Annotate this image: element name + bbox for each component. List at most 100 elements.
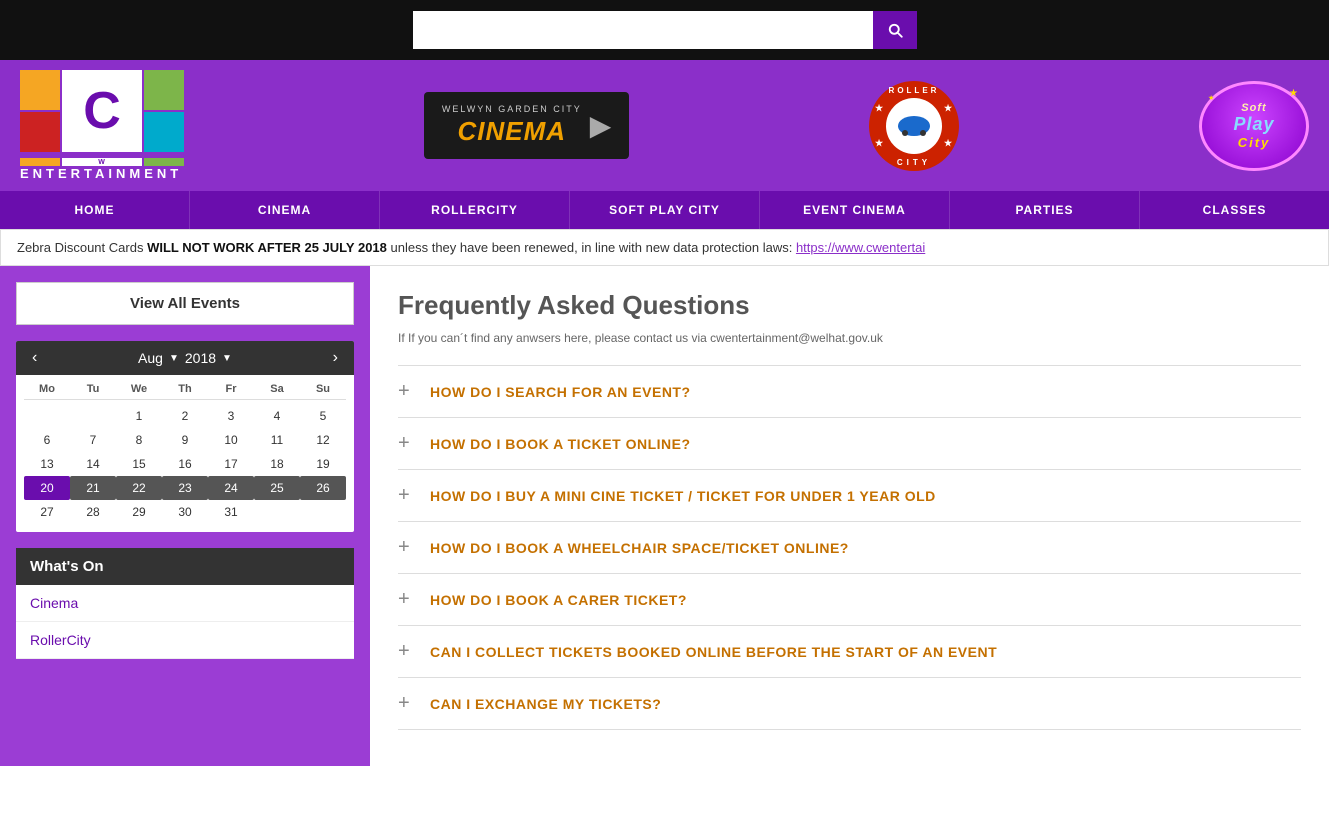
notice-bar: Zebra Discount Cards WILL NOT WORK AFTER… (0, 229, 1329, 266)
faq-question-6: CAN I EXCHANGE MY TICKETS? (430, 696, 661, 712)
day-header-sa: Sa (254, 383, 300, 395)
whats-on-rollercity[interactable]: RollerCity (16, 622, 354, 659)
cal-day-7[interactable]: 7 (70, 428, 116, 452)
cal-day-10[interactable]: 10 (208, 428, 254, 452)
entertainment-label: ENTERTAINMENT (20, 166, 182, 181)
nav-parties[interactable]: PARTIES (950, 191, 1140, 229)
cal-day-5[interactable]: 5 (300, 404, 346, 428)
faq-content: Frequently Asked Questions If If you can… (370, 266, 1329, 766)
faq-item-1[interactable]: + HOW DO I BOOK A TICKET ONLINE? (398, 417, 1301, 469)
cal-day-3[interactable]: 3 (208, 404, 254, 428)
faq-expand-icon-6: + (398, 692, 418, 715)
cal-day-1[interactable]: 1 (116, 404, 162, 428)
svg-text:★: ★ (875, 103, 884, 113)
cal-day-empty (24, 404, 70, 428)
softplay-logo: Soft Play City ★ ★ (1199, 81, 1309, 171)
day-header-fr: Fr (208, 383, 254, 395)
cal-day-25[interactable]: 25 (254, 476, 300, 500)
faq-question-3: HOW DO I BOOK A WHEELCHAIR SPACE/TICKET … (430, 540, 849, 556)
cw-squares: C (20, 70, 184, 152)
cal-day-empty (254, 500, 300, 524)
faq-question-4: HOW DO I BOOK A CARER TICKET? (430, 592, 687, 608)
calendar-next-button[interactable]: › (329, 349, 342, 367)
cal-day-17[interactable]: 17 (208, 452, 254, 476)
faq-subtitle: If If you can´t find any anwsers here, p… (398, 331, 1301, 345)
calendar: ‹ Aug ▼ 2018 ▼ › Mo Tu We Th Fr Sa Su (16, 341, 354, 532)
faq-expand-icon-0: + (398, 380, 418, 403)
cal-day-15[interactable]: 15 (116, 452, 162, 476)
faq-expand-icon-2: + (398, 484, 418, 507)
cal-day-23[interactable]: 23 (162, 476, 208, 500)
view-all-events-button[interactable]: View All Events (16, 282, 354, 325)
calendar-week-4: 20 21 22 23 24 25 26 (24, 476, 346, 500)
faq-expand-icon-4: + (398, 588, 418, 611)
rollercity-logo: ★ ★ ★ ★ ROLLER CITY (869, 81, 959, 171)
site-header: C W ENTERTAINMENT WELWYN GARDEN CITY CIN… (0, 60, 1329, 191)
nav-softplaycity[interactable]: SOFT PLAY CITY (570, 191, 760, 229)
calendar-prev-button[interactable]: ‹ (28, 349, 41, 367)
faq-item-2[interactable]: + HOW DO I BUY A MINI CINE TICKET / TICK… (398, 469, 1301, 521)
calendar-week-3: 13 14 15 16 17 18 19 (24, 452, 346, 476)
search-icon (886, 21, 904, 39)
month-arrow-icon: ▼ (169, 353, 179, 364)
svg-text:★: ★ (944, 138, 953, 148)
nav-cinema[interactable]: CINEMA (190, 191, 380, 229)
cal-day-2[interactable]: 2 (162, 404, 208, 428)
faq-item-3[interactable]: + HOW DO I BOOK A WHEELCHAIR SPACE/TICKE… (398, 521, 1301, 573)
cinema-sub-text: WELWYN GARDEN CITY (442, 104, 582, 114)
search-button[interactable] (873, 11, 917, 49)
day-header-th: Th (162, 383, 208, 395)
cal-day-21[interactable]: 21 (70, 476, 116, 500)
search-input[interactable] (413, 11, 873, 49)
cal-day-9[interactable]: 9 (162, 428, 208, 452)
faq-item-5[interactable]: + CAN I COLLECT TICKETS BOOKED ONLINE BE… (398, 625, 1301, 677)
day-header-tu: Tu (70, 383, 116, 395)
cal-day-30[interactable]: 30 (162, 500, 208, 524)
faq-item-6[interactable]: + CAN I EXCHANGE MY TICKETS? (398, 677, 1301, 730)
cal-day-22[interactable]: 22 (116, 476, 162, 500)
nav-home[interactable]: HOME (0, 191, 190, 229)
cal-day-27[interactable]: 27 (24, 500, 70, 524)
whats-on-cinema[interactable]: Cinema (16, 585, 354, 622)
notice-text-before: Zebra Discount Cards (17, 240, 147, 255)
nav-eventcinema[interactable]: EVENT CINEMA (760, 191, 950, 229)
cal-day-29[interactable]: 29 (116, 500, 162, 524)
main-nav: HOME CINEMA ROLLERCITY SOFT PLAY CITY EV… (0, 191, 1329, 229)
nav-classes[interactable]: CLASSES (1140, 191, 1329, 229)
faq-title: Frequently Asked Questions (398, 290, 1301, 321)
cal-day-18[interactable]: 18 (254, 452, 300, 476)
cinema-logo: WELWYN GARDEN CITY CINEMA ▶ (424, 92, 629, 159)
faq-question-2: HOW DO I BUY A MINI CINE TICKET / TICKET… (430, 488, 936, 504)
faq-item-0[interactable]: + HOW DO I SEARCH FOR AN EVENT? (398, 365, 1301, 417)
cal-day-28[interactable]: 28 (70, 500, 116, 524)
nav-rollercity[interactable]: ROLLERCITY (380, 191, 570, 229)
calendar-year: 2018 (185, 350, 216, 366)
calendar-week-2: 6 7 8 9 10 11 12 (24, 428, 346, 452)
notice-text-bold: WILL NOT WORK AFTER 25 JULY 2018 (147, 240, 387, 255)
cal-day-31[interactable]: 31 (208, 500, 254, 524)
cal-day-14[interactable]: 14 (70, 452, 116, 476)
faq-expand-icon-5: + (398, 640, 418, 663)
cal-day-26[interactable]: 26 (300, 476, 346, 500)
cal-day-16[interactable]: 16 (162, 452, 208, 476)
faq-question-5: CAN I COLLECT TICKETS BOOKED ONLINE BEFO… (430, 644, 997, 660)
cal-day-13[interactable]: 13 (24, 452, 70, 476)
cal-day-19[interactable]: 19 (300, 452, 346, 476)
svg-text:★: ★ (875, 138, 884, 148)
faq-item-4[interactable]: + HOW DO I BOOK A CARER TICKET? (398, 573, 1301, 625)
day-header-we: We (116, 383, 162, 395)
notice-link[interactable]: https://www.cwentertai (796, 240, 925, 255)
calendar-grid: Mo Tu We Th Fr Sa Su 1 2 3 4 5 (16, 375, 354, 532)
calendar-week-1: 1 2 3 4 5 (24, 404, 346, 428)
cal-day-24[interactable]: 24 (208, 476, 254, 500)
calendar-header: ‹ Aug ▼ 2018 ▼ › (16, 341, 354, 375)
cal-day-12[interactable]: 12 (300, 428, 346, 452)
cal-day-20-today[interactable]: 20 (24, 476, 70, 500)
sidebar: View All Events ‹ Aug ▼ 2018 ▼ › Mo Tu W… (0, 266, 370, 766)
faq-question-0: HOW DO I SEARCH FOR AN EVENT? (430, 384, 691, 400)
cal-day-4[interactable]: 4 (254, 404, 300, 428)
search-form (413, 11, 917, 49)
cal-day-11[interactable]: 11 (254, 428, 300, 452)
cal-day-8[interactable]: 8 (116, 428, 162, 452)
cal-day-6[interactable]: 6 (24, 428, 70, 452)
